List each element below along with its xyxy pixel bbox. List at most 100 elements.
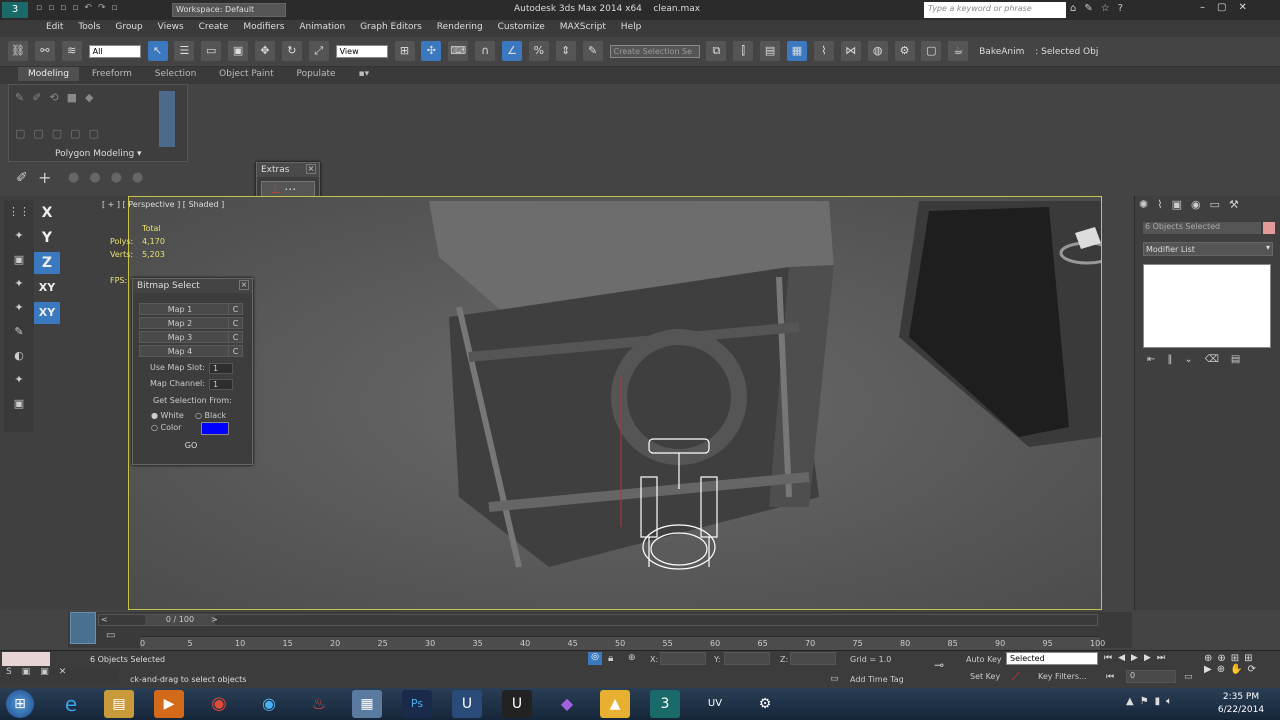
3ds-max-icon[interactable]: 3 (650, 690, 680, 718)
tab-freeform[interactable]: Freeform (82, 67, 142, 81)
set-key-button[interactable]: Set Key (970, 672, 1000, 681)
map-2-button[interactable]: Map 2C (139, 317, 243, 329)
selected-obj-label[interactable]: : Selected Obj (1035, 47, 1098, 57)
key-mode-icon[interactable]: ⏮ (1106, 672, 1114, 682)
close-icon[interactable]: × (306, 164, 316, 174)
misc-app-icon[interactable]: ⚙ (750, 690, 780, 718)
menu-help[interactable]: Help (615, 20, 648, 34)
white-radio[interactable]: ● White (151, 411, 184, 420)
ribbon-options-icon[interactable]: ▪▾ (348, 67, 379, 81)
menu-views[interactable]: Views (152, 20, 190, 34)
map-channel-spinner[interactable]: 1 (209, 379, 233, 390)
tab-selection[interactable]: Selection (145, 67, 206, 81)
add-time-tag-button[interactable]: Add Time Tag (850, 675, 904, 684)
schematic-view-icon[interactable]: ⋈ (840, 41, 861, 61)
move-icon[interactable]: ✥ (255, 41, 275, 61)
infocenter-icons[interactable]: ⌂✎☆? (1070, 3, 1131, 14)
render-frame-icon[interactable]: ▢ (921, 41, 942, 61)
modifier-list-dropdown[interactable]: Modifier List ▾ (1143, 242, 1273, 256)
map-1-button[interactable]: Map 1C (139, 303, 243, 315)
tab-populate[interactable]: Populate (286, 67, 345, 81)
edit-named-sel-icon[interactable]: ✎ (582, 41, 603, 61)
track-bar-icon[interactable]: ▭ (106, 630, 115, 641)
auto-key-button[interactable]: Auto Key (966, 655, 1002, 664)
status-small-icons[interactable]: S▣▣✕ (0, 667, 118, 683)
menu-edit[interactable]: Edit (40, 20, 69, 34)
window-controls[interactable]: –▢✕ (1200, 2, 1259, 13)
mirror-icon[interactable]: ⧉ (706, 41, 727, 61)
polygon-modeling-label[interactable]: Polygon Modeling ▾ (55, 149, 142, 159)
z-field[interactable] (790, 652, 836, 665)
tab-object-paint[interactable]: Object Paint (209, 67, 283, 81)
selection-name-field[interactable]: 6 Objects Selected (1143, 222, 1261, 234)
ribbon-side-icons[interactable] (159, 91, 175, 147)
tool-column-icons[interactable]: ⋮⋮ ✦ ▣ ✦ ✦ ✎ ◐ ✦ ▣ (4, 200, 34, 416)
menu-animation[interactable]: Animation (293, 20, 351, 34)
material-editor-icon[interactable]: ◍ (867, 41, 888, 61)
photoshop-icon[interactable]: Ps (402, 690, 432, 718)
x-field[interactable] (660, 652, 706, 665)
pivot-icon[interactable]: ⊞ (394, 41, 415, 61)
select-by-name-icon[interactable]: ☰ (174, 41, 195, 61)
workspace-dropdown[interactable]: Workspace: Default (172, 3, 286, 17)
tab-modeling[interactable]: Modeling (18, 67, 79, 81)
uv-layout-icon[interactable]: UV (700, 690, 730, 718)
rotate-icon[interactable]: ↻ (281, 41, 302, 61)
axis-xy-button[interactable]: XY (34, 277, 60, 299)
maxscript-listener[interactable] (2, 652, 50, 666)
menu-maxscript[interactable]: MAXScript (554, 20, 612, 34)
time-config-icon[interactable]: ▭ (1184, 672, 1193, 682)
render-icon[interactable]: ☕ (948, 41, 969, 61)
clear-map-4-button[interactable]: C (228, 346, 242, 357)
folder-icon[interactable]: ▦ (352, 690, 382, 718)
menu-rendering[interactable]: Rendering (431, 20, 489, 34)
black-radio[interactable]: ○ Black (195, 411, 226, 420)
viewport-layout-icon[interactable] (70, 612, 96, 644)
bake-anim-label[interactable]: BakeAnim (979, 47, 1024, 57)
file-explorer-icon[interactable]: ▤ (104, 690, 134, 718)
key-filters-button[interactable]: Key Filters... (1038, 672, 1087, 681)
snap-toggle-icon[interactable]: ∩ (475, 41, 496, 61)
percent-snap-icon[interactable]: % (528, 41, 549, 61)
map-4-button[interactable]: Map 4C (139, 345, 243, 357)
stack-tool-icons[interactable]: ⇤‖⌄⌫▤ (1147, 354, 1252, 365)
modifier-stack[interactable] (1143, 264, 1271, 348)
extras-title[interactable]: Extras × (257, 163, 319, 177)
viewport-label[interactable]: [ + ] [ Perspective ] [ Shaded ] (102, 200, 224, 209)
clear-map-3-button[interactable]: C (228, 332, 242, 343)
select-manipulate-icon[interactable]: ✣ (421, 41, 442, 61)
bind-space-warp-icon[interactable]: ≋ (61, 41, 82, 61)
object-color-swatch[interactable] (1263, 222, 1275, 234)
axis-xy-plane-button[interactable]: XY (34, 302, 60, 324)
axis-y-button[interactable]: Y (34, 227, 60, 249)
bitmap-select-title[interactable]: Bitmap Select × (133, 279, 252, 293)
abs-mode-icon[interactable]: ⊕ (628, 653, 636, 663)
scale-icon[interactable]: ⤢ (308, 41, 329, 61)
axis-x-button[interactable]: X (34, 202, 60, 224)
internet-explorer-icon[interactable]: e (56, 690, 86, 718)
perspective-viewport[interactable] (128, 196, 1102, 610)
map-slot-spinner[interactable]: 1 (209, 363, 233, 374)
playback-controls[interactable]: ⏮◀▶▶⏭ (1104, 653, 1171, 663)
clock[interactable]: 2:35 PM 6/22/2014 (1206, 691, 1276, 717)
current-frame-field[interactable]: 0 (1126, 670, 1176, 683)
purple-app-icon[interactable]: ◆ (552, 690, 582, 718)
unreal-editor-icon[interactable]: U (502, 690, 532, 718)
unreal-engine-icon[interactable]: U (452, 690, 482, 718)
3ds-max-active-icon[interactable]: ▲ (600, 690, 630, 718)
rect-selection-icon[interactable]: ▭ (201, 41, 222, 61)
lock-icon[interactable]: 🔒︎ (608, 653, 613, 664)
clear-map-2-button[interactable]: C (228, 318, 242, 329)
search-input[interactable]: Type a keyword or phrase (924, 2, 1066, 18)
blue-app-icon[interactable]: ◉ (254, 690, 284, 718)
y-field[interactable] (724, 652, 770, 665)
time-slider-prev[interactable]: < (101, 615, 108, 624)
spinner-snap-icon[interactable]: ⇕ (555, 41, 576, 61)
unlink-icon[interactable]: ⚯ (34, 41, 55, 61)
app-logo-icon[interactable]: 3 (2, 2, 28, 18)
menu-customize[interactable]: Customize (492, 20, 551, 34)
curve-editor-icon[interactable]: ⌇ (813, 41, 834, 61)
menu-create[interactable]: Create (193, 20, 235, 34)
color-radio[interactable]: ○ Color (151, 423, 181, 432)
isolate-icon[interactable]: ◎ (588, 652, 602, 665)
